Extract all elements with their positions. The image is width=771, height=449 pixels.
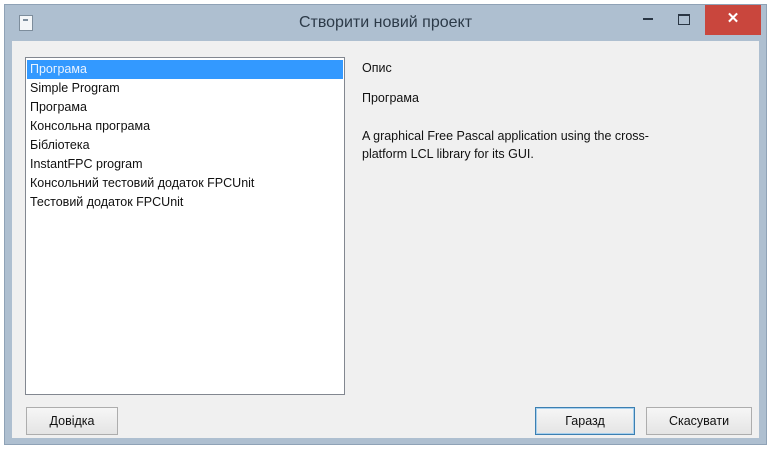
list-item[interactable]: Simple Program — [27, 79, 343, 98]
list-item[interactable]: Програма — [27, 60, 343, 79]
list-item[interactable]: Тестовий додаток FPCUnit — [27, 193, 343, 212]
title-bar[interactable]: Створити новий проект ✕ — [5, 5, 766, 41]
help-button[interactable]: Довідка — [26, 407, 118, 435]
minimize-icon — [643, 18, 653, 21]
description-text: A graphical Free Pascal application usin… — [362, 129, 649, 161]
close-button[interactable]: ✕ — [705, 5, 761, 35]
close-icon: ✕ — [726, 10, 740, 27]
dialog-window: Створити новий проект ✕ Програма Simple … — [4, 4, 767, 445]
minimize-button[interactable] — [633, 5, 663, 35]
list-item[interactable]: Консольний тестовий додаток FPCUnit — [27, 174, 343, 193]
list-item[interactable]: Програма — [27, 98, 343, 117]
list-item[interactable]: Консольна програма — [27, 117, 343, 136]
maximize-icon — [678, 13, 690, 25]
description-panel: Опис Програма A graphical Free Pascal ap… — [353, 57, 753, 395]
ok-button[interactable]: Гаразд — [535, 407, 635, 435]
maximize-button[interactable] — [669, 5, 699, 35]
list-item[interactable]: Бібліотека — [27, 136, 343, 155]
project-type-list[interactable]: Програма Simple Program Програма Консоль… — [25, 57, 345, 395]
cancel-button[interactable]: Скасувати — [646, 407, 752, 435]
description-header: Опис — [362, 61, 392, 75]
list-item[interactable]: InstantFPC program — [27, 155, 343, 174]
dialog-client: Програма Simple Program Програма Консоль… — [12, 41, 759, 438]
description-title: Програма — [362, 91, 419, 105]
